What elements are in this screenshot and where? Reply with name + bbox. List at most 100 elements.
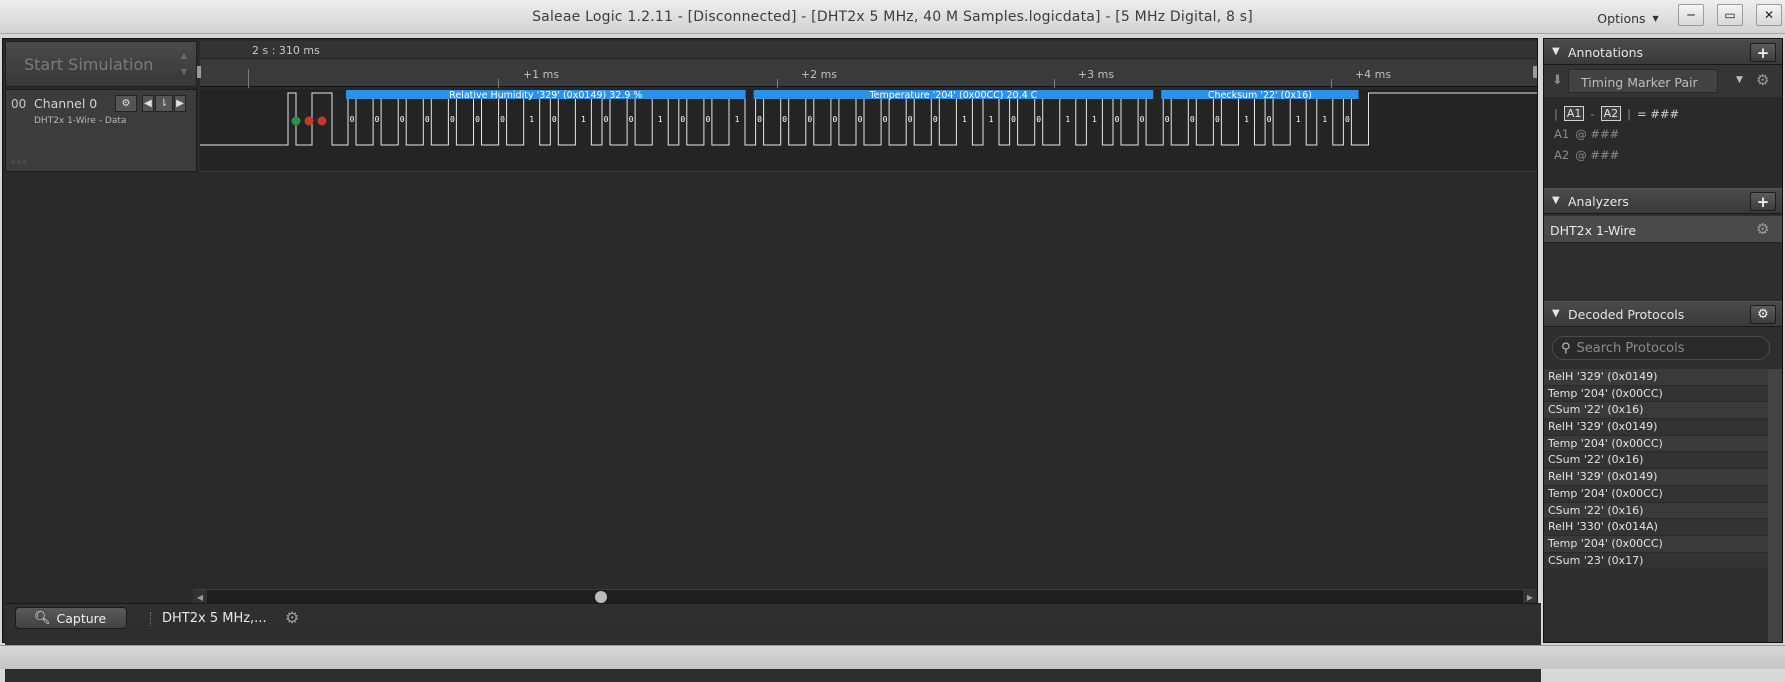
options-menu-button[interactable]: Options ▼ bbox=[1590, 7, 1666, 29]
decoded-row[interactable]: Temp '204' (0x00CC) bbox=[1544, 385, 1768, 403]
channel-name[interactable]: Channel 0 bbox=[34, 96, 97, 111]
bit-value-label: 0 bbox=[500, 115, 505, 124]
decoded-row[interactable]: Temp '204' (0x00CC) bbox=[1544, 435, 1768, 453]
bit-value-label: 0 bbox=[782, 115, 787, 124]
ruler-right-handle[interactable] bbox=[1533, 66, 1537, 78]
bit-value-label: 1 bbox=[1065, 115, 1070, 124]
bit-value-label: 0 bbox=[757, 115, 762, 124]
bit-value-label: 0 bbox=[1190, 115, 1195, 124]
bit-value-label: 0 bbox=[807, 115, 812, 124]
bit-value-label: 0 bbox=[1267, 115, 1272, 124]
search-input[interactable] bbox=[1576, 340, 1757, 356]
bit-value-label: 0 bbox=[475, 115, 480, 124]
bit-value-label: 0 bbox=[832, 115, 837, 124]
bit-value-label: 1 bbox=[581, 115, 586, 124]
start-simulation-label: Start Simulation bbox=[24, 54, 154, 74]
gear-icon[interactable]: ⚙ bbox=[285, 608, 299, 627]
collapse-triangle-icon[interactable]: ▼ bbox=[1552, 46, 1560, 57]
scroll-right-icon[interactable]: ▶ bbox=[1523, 590, 1537, 604]
channel-0-waveform[interactable]: 0 0 0 0 0 0 0 1 0 1 0 0 1 0 0 1 0 0 0 0 0 0 0 0 1 1 0 0 1 1 0 0 0 0 0 1 0 1 1 0… bbox=[200, 89, 1537, 172]
decoded-frame-label: Temperature '204' (0x00CC) 20.4 C bbox=[868, 90, 1037, 101]
minimize-button[interactable]: ─ bbox=[1678, 4, 1704, 26]
annotations-header[interactable]: ▼ Annotations + bbox=[1544, 39, 1782, 65]
decoded-frame-label: Checksum '22' (0x16) bbox=[1208, 90, 1312, 101]
ruler-left-handle[interactable] bbox=[197, 66, 201, 78]
tick-mark bbox=[777, 79, 778, 88]
trigger-icon: ⇂ bbox=[159, 98, 169, 109]
add-annotation-button[interactable]: + bbox=[1750, 43, 1776, 62]
marker-a2-badge[interactable]: A2 bbox=[1600, 106, 1622, 121]
waveform-plot: 0 0 0 0 0 0 0 1 0 1 0 0 1 0 0 1 0 0 0 0 0 0 0 0 1 1 0 0 1 1 0 0 0 0 0 1 0 1 1 0… bbox=[200, 90, 1537, 146]
capture-tab[interactable]: 🔍︎ Capture bbox=[15, 607, 127, 629]
collapse-triangle-icon[interactable]: ▼ bbox=[1552, 195, 1560, 206]
bit-value-label: 0 bbox=[1115, 115, 1120, 124]
time-ruler[interactable]: 2 s : 310 ms +1 ms +2 ms +3 ms +4 ms bbox=[197, 41, 1537, 88]
channel-settings-button[interactable]: ⚙ bbox=[115, 95, 137, 112]
marker-values: | A1 - A2 | = ### A1 @ ### A2 @ ### bbox=[1544, 97, 1782, 197]
channel-0-panel[interactable]: 00 Channel 0 DHT2x 1-Wire - Data ⚙ ◀ ⇂ ▶… bbox=[5, 89, 197, 172]
channel-number: 00 bbox=[11, 97, 27, 111]
bit-value-label: 0 bbox=[375, 115, 380, 124]
decoded-row[interactable]: RelH '329' (0x0149) bbox=[1544, 419, 1768, 436]
decoded-protocols-header[interactable]: ▼ Decoded Protocols ⚙ bbox=[1544, 301, 1782, 327]
search-protocols-box[interactable]: ⚲ bbox=[1552, 336, 1770, 360]
decoded-row[interactable]: CSum '22' (0x16) bbox=[1544, 502, 1768, 520]
decoded-row[interactable]: Temp '204' (0x00CC) bbox=[1544, 535, 1768, 553]
chevron-down-icon[interactable]: ▼ bbox=[1736, 75, 1743, 85]
bit-value-label: 1 bbox=[1092, 115, 1097, 124]
gear-icon[interactable]: ⚙ bbox=[1756, 220, 1769, 238]
tick-label: +2 ms bbox=[800, 68, 838, 81]
timing-marker-pair[interactable]: Timing Marker Pair bbox=[1568, 69, 1718, 93]
bar-glyph: | bbox=[1627, 106, 1631, 121]
plus-icon: + bbox=[1756, 43, 1770, 62]
drag-handle-icon[interactable]: ⁘⁘⁘ bbox=[10, 158, 28, 167]
right-sidebar: ▼ Annotations + ⬇ Timing Marker Pair ▼ ⚙… bbox=[1543, 38, 1783, 643]
decoded-row[interactable]: CSum '22' (0x16) bbox=[1544, 402, 1768, 420]
decoded-settings-button[interactable]: ⚙ bbox=[1750, 305, 1776, 324]
decoded-row[interactable]: CSum '22' (0x16) bbox=[1544, 452, 1768, 470]
simulation-updown-icon[interactable]: ▲ ▼ bbox=[178, 48, 190, 80]
analyzer-name: DHT2x 1-Wire bbox=[1550, 223, 1637, 238]
marker-a1-value: @ ### bbox=[1575, 127, 1620, 141]
bit-value-label: 0 bbox=[1036, 115, 1041, 124]
session-tab-bar: 🔍︎ Capture DHT2x 5 MHz,... ⚙ bbox=[5, 603, 1541, 682]
capture-search-icon: 🔍︎ bbox=[34, 610, 51, 626]
scrollbar-thumb[interactable] bbox=[595, 591, 607, 603]
collapse-triangle-icon[interactable]: ▼ bbox=[1552, 308, 1560, 319]
status-bar bbox=[0, 645, 1785, 669]
decoded-row[interactable]: CSum '23' (0x17) bbox=[1544, 552, 1768, 570]
close-button[interactable]: ✕ bbox=[1756, 4, 1782, 26]
maximize-button[interactable]: ▭ bbox=[1717, 4, 1743, 26]
decoded-row[interactable]: RelH '329' (0x0149) bbox=[1544, 469, 1768, 486]
bit-value-label: 0 bbox=[933, 115, 938, 124]
bit-value-label: 1 bbox=[1322, 115, 1327, 124]
decoded-row[interactable]: RelH '330' (0x014A) bbox=[1544, 519, 1768, 536]
chevron-left-icon: ◀ bbox=[144, 98, 152, 109]
marker-a1-badge[interactable]: A1 bbox=[1563, 106, 1585, 121]
scroll-left-icon[interactable]: ◀ bbox=[193, 590, 207, 604]
horizontal-scrollbar[interactable]: ◀ ▶ bbox=[193, 589, 1537, 604]
bit-value-label: 0 bbox=[629, 115, 634, 124]
file-tab[interactable]: DHT2x 5 MHz,... bbox=[150, 607, 290, 629]
decoded-row[interactable]: RelH '329' (0x0149) bbox=[1544, 369, 1768, 386]
pin-icon[interactable]: ⬇ bbox=[1552, 73, 1563, 88]
analyzers-header[interactable]: ▼ Analyzers + bbox=[1544, 188, 1782, 214]
decoded-row[interactable]: Temp '204' (0x00CC) bbox=[1544, 485, 1768, 503]
decoded-frame-label: Relative Humidity '329' (0x0149) 32.9 % bbox=[449, 90, 642, 101]
list-scrollbar[interactable] bbox=[1768, 369, 1782, 642]
tick-mark bbox=[498, 79, 499, 88]
tick-mark bbox=[1054, 79, 1055, 88]
next-edge-button[interactable]: ▶ bbox=[174, 95, 186, 112]
analyzer-item[interactable]: DHT2x 1-Wire ⚙ bbox=[1544, 216, 1782, 243]
start-marker-dot bbox=[291, 116, 301, 126]
options-label: Options bbox=[1597, 10, 1646, 26]
bar-glyph: | bbox=[1554, 106, 1558, 121]
channel-analyzer-label: DHT2x 1-Wire - Data bbox=[34, 116, 127, 126]
maximize-icon: ▭ bbox=[1724, 8, 1736, 22]
prev-edge-button[interactable]: ◀ bbox=[142, 95, 154, 112]
trigger-edge-button[interactable]: ⇂ bbox=[155, 95, 173, 112]
start-simulation-button[interactable]: Start Simulation ▲ ▼ bbox=[5, 41, 197, 87]
add-analyzer-button[interactable]: + bbox=[1750, 192, 1776, 211]
decoded-protocols-list[interactable]: RelH '329' (0x0149) Temp '204' (0x00CC) CS… bbox=[1544, 369, 1768, 642]
gear-icon[interactable]: ⚙ bbox=[1756, 71, 1769, 89]
